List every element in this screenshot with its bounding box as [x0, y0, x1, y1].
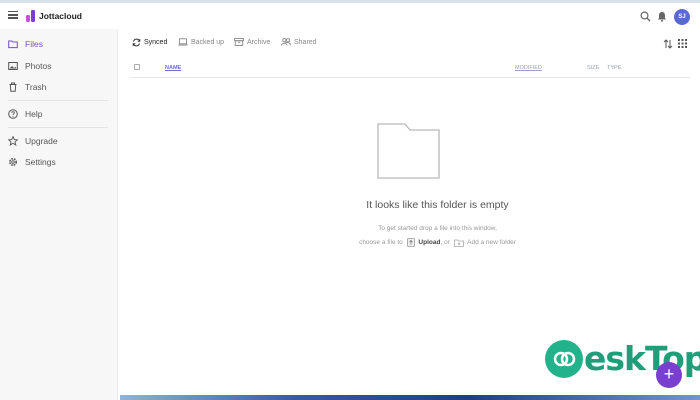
sidebar-item-trash[interactable]: Trash — [0, 78, 118, 96]
sidebar-divider — [8, 100, 108, 101]
trash-icon — [9, 82, 17, 92]
search-icon[interactable] — [640, 11, 651, 22]
watermark-logo-icon — [545, 339, 583, 378]
empty-state-text: choose a file to — [359, 239, 403, 247]
tab-label: Archive — [247, 38, 271, 46]
sidebar-item-files[interactable]: Files — [0, 35, 118, 53]
sidebar-item-photos[interactable]: Photos — [0, 57, 118, 75]
user-avatar[interactable]: SJ — [674, 9, 690, 25]
jottacloud-logo-icon — [26, 10, 35, 22]
empty-state-actions: choose a file to Upload, or Add a new fo… — [200, 238, 675, 247]
star-icon — [8, 136, 18, 146]
tab-label: Synced — [144, 39, 168, 46]
sidebar-item-label: Upgrade — [25, 136, 58, 146]
tab-shared[interactable]: Shared — [281, 38, 317, 46]
add-fab-button[interactable]: + — [656, 362, 682, 388]
desktop-background-strip — [120, 395, 700, 400]
upload-link[interactable]: Upload — [418, 239, 440, 246]
grid-view-icon[interactable] — [678, 39, 687, 48]
empty-state-title: It looks like this folder is empty — [366, 199, 509, 211]
column-modified[interactable]: MODIFIED — [515, 65, 542, 71]
archive-icon — [234, 38, 244, 46]
sidebar-item-label: Trash — [25, 82, 47, 92]
brand-name: Jottacloud — [39, 11, 82, 21]
add-new-folder-link[interactable]: Add a new folder — [467, 239, 516, 246]
photo-icon — [8, 62, 18, 70]
select-all-checkbox[interactable] — [134, 64, 140, 70]
sidebar-item-upgrade[interactable]: Upgrade — [0, 132, 118, 150]
column-name[interactable]: NAME — [165, 65, 181, 71]
sidebar-divider — [8, 127, 108, 128]
sidebar-item-label: Help — [25, 109, 43, 119]
sort-icon[interactable] — [663, 39, 673, 49]
tab-backed-up[interactable]: Backed up — [178, 38, 224, 46]
laptop-icon — [178, 38, 188, 46]
new-folder-icon — [453, 239, 464, 247]
header: Jottacloud SJ — [0, 3, 700, 29]
folder-icon — [8, 40, 18, 49]
gear-icon — [8, 157, 18, 167]
upload-icon — [406, 238, 415, 247]
column-type[interactable]: TYPE — [607, 65, 621, 71]
help-icon — [8, 109, 18, 119]
sidebar-item-label: Files — [25, 39, 43, 49]
tab-synced[interactable]: Synced — [132, 38, 167, 47]
empty-state-or: , or — [440, 239, 450, 247]
notification-bell-icon[interactable] — [657, 11, 667, 22]
file-list-header: NAME MODIFIED SIZE TYPE — [130, 61, 690, 78]
sync-icon — [132, 38, 141, 47]
column-size[interactable]: SIZE — [587, 65, 599, 71]
sidebar-item-label: Photos — [25, 61, 52, 71]
shared-icon — [281, 38, 291, 46]
empty-state-hint: To get started drop a file into this win… — [378, 225, 497, 232]
sidebar-item-settings[interactable]: Settings — [0, 153, 118, 171]
tab-label: Shared — [294, 38, 317, 46]
tab-label: Backed up — [191, 38, 225, 46]
sidebar-item-label: Settings — [25, 157, 56, 167]
empty-folder-icon — [377, 123, 440, 179]
sidebar: Files Photos Trash Help Upgrade Settings — [0, 29, 118, 400]
sidebar-item-help[interactable]: Help — [0, 105, 118, 123]
menu-icon[interactable] — [8, 11, 18, 19]
tab-archive[interactable]: Archive — [234, 38, 270, 46]
watermark-text: eskTop — [584, 339, 700, 378]
